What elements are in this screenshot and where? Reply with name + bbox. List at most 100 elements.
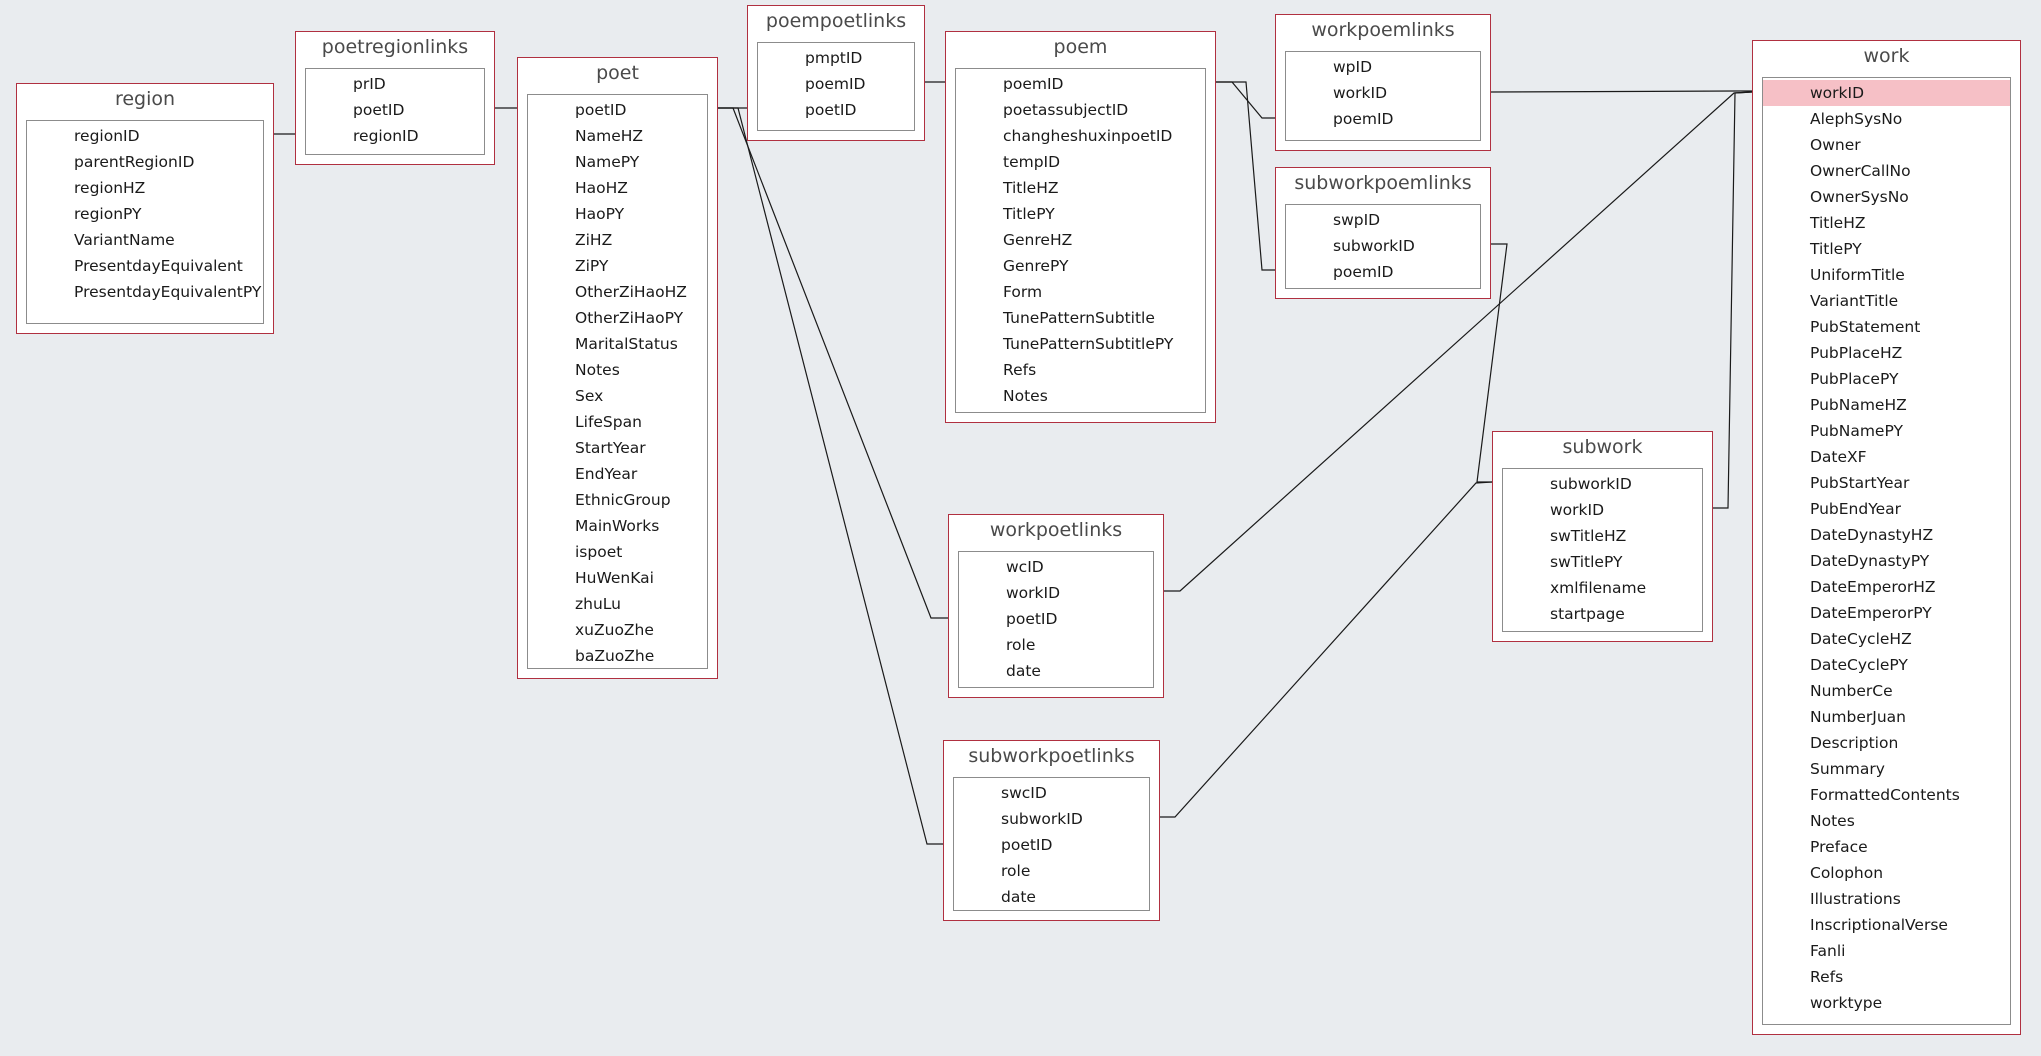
field-row[interactable]: Fanli xyxy=(1763,938,2010,964)
field-row[interactable]: workID xyxy=(1286,80,1480,106)
field-row[interactable]: DateXF xyxy=(1763,444,2010,470)
field-row[interactable]: wcID xyxy=(959,554,1153,580)
field-row[interactable]: OwnerCallNo xyxy=(1763,158,2010,184)
field-row[interactable]: Refs xyxy=(956,357,1205,383)
field-row[interactable]: UniformTitle xyxy=(1763,262,2010,288)
field-row[interactable]: parentRegionID xyxy=(27,149,263,175)
field-row[interactable]: role xyxy=(959,632,1153,658)
field-row[interactable]: Notes xyxy=(528,357,707,383)
field-row[interactable]: DateEmperorPY xyxy=(1763,600,2010,626)
field-row[interactable]: poemID xyxy=(1286,106,1480,132)
field-row[interactable]: OtherZiHaoHZ xyxy=(528,279,707,305)
field-row[interactable]: poemID xyxy=(1286,259,1480,285)
field-row[interactable]: xuZuoZhe xyxy=(528,617,707,643)
field-row[interactable]: Sex xyxy=(528,383,707,409)
field-row[interactable]: workID xyxy=(959,580,1153,606)
field-row[interactable]: poemID xyxy=(956,71,1205,97)
field-row[interactable]: PubNamePY xyxy=(1763,418,2010,444)
field-row[interactable]: poetassubjectID xyxy=(956,97,1205,123)
field-row[interactable]: ispoet xyxy=(528,539,707,565)
field-row[interactable]: InscriptionalVerse xyxy=(1763,912,2010,938)
field-row[interactable]: HaoHZ xyxy=(528,175,707,201)
table-subworkpoemlinks[interactable]: subworkpoemlinks swpID subworkID poemID xyxy=(1275,167,1491,299)
field-row[interactable]: poetID xyxy=(528,97,707,123)
field-row[interactable]: role xyxy=(954,858,1149,884)
field-row[interactable]: DateDynastyHZ xyxy=(1763,522,2010,548)
field-row[interactable]: Preface xyxy=(1763,834,2010,860)
field-row[interactable]: regionHZ xyxy=(27,175,263,201)
field-row[interactable]: DateCycleHZ xyxy=(1763,626,2010,652)
field-row[interactable]: FormattedContents xyxy=(1763,782,2010,808)
table-poet[interactable]: poet poetID NameHZ NamePY HaoHZ HaoPY ZiHZ ZiP… xyxy=(517,57,718,679)
field-row[interactable]: PresentdayEquivalentPY xyxy=(27,279,263,305)
field-row[interactable]: prID xyxy=(306,71,484,97)
field-row[interactable]: PubNameHZ xyxy=(1763,392,2010,418)
table-poem[interactable]: poem poemID poetassubjectID changheshuxinp… xyxy=(945,31,1216,423)
field-row[interactable]: Refs xyxy=(1763,964,2010,990)
field-row[interactable]: date xyxy=(959,658,1153,684)
table-workpoemlinks[interactable]: workpoemlinks wpID workID poemID xyxy=(1275,14,1491,151)
field-row[interactable]: MainWorks xyxy=(528,513,707,539)
field-row[interactable]: ZiHZ xyxy=(528,227,707,253)
field-row[interactable]: worktype xyxy=(1763,990,2010,1016)
field-row[interactable]: NamePY xyxy=(528,149,707,175)
field-row[interactable]: regionID xyxy=(306,123,484,149)
field-row[interactable]: GenrePY xyxy=(956,253,1205,279)
field-row[interactable]: subworkID xyxy=(1286,233,1480,259)
field-row[interactable]: MaritalStatus xyxy=(528,331,707,357)
field-row-selected[interactable]: workID xyxy=(1763,80,2010,106)
table-subwork[interactable]: subwork subworkID workID swTitleHZ swTitleP… xyxy=(1492,431,1713,642)
field-row[interactable]: TitlePY xyxy=(1763,236,2010,262)
field-row[interactable]: poetID xyxy=(959,606,1153,632)
field-row[interactable]: OtherZiHaoPY xyxy=(528,305,707,331)
field-row[interactable]: VariantTitle xyxy=(1763,288,2010,314)
field-row[interactable]: TunePatternSubtitlePY xyxy=(956,331,1205,357)
field-row[interactable]: TitleHZ xyxy=(1763,210,2010,236)
field-row[interactable]: subworkID xyxy=(954,806,1149,832)
field-row[interactable]: Notes xyxy=(956,383,1205,409)
field-row[interactable]: AlephSysNo xyxy=(1763,106,2010,132)
field-row[interactable]: EthnicGroup xyxy=(528,487,707,513)
field-row[interactable]: Colophon xyxy=(1763,860,2010,886)
field-row[interactable]: swcID xyxy=(954,780,1149,806)
field-row[interactable]: swTitleHZ xyxy=(1503,523,1702,549)
field-row[interactable]: LifeSpan xyxy=(528,409,707,435)
field-row[interactable]: TunePatternSubtitle xyxy=(956,305,1205,331)
field-row[interactable]: swpID xyxy=(1286,207,1480,233)
field-row[interactable]: DateDynastyPY xyxy=(1763,548,2010,574)
field-row[interactable]: tempID xyxy=(956,149,1205,175)
field-row[interactable]: zhuLu xyxy=(528,591,707,617)
field-row[interactable]: StartYear xyxy=(528,435,707,461)
field-row[interactable]: baZuoZhe xyxy=(528,643,707,668)
field-row[interactable]: xmlfilename xyxy=(1503,575,1702,601)
field-row[interactable]: PubPlacePY xyxy=(1763,366,2010,392)
field-row[interactable]: swTitlePY xyxy=(1503,549,1702,575)
field-row[interactable]: workID xyxy=(1503,497,1702,523)
field-row[interactable]: NumberCe xyxy=(1763,678,2010,704)
field-row[interactable]: Notes xyxy=(1763,808,2010,834)
table-poetregionlinks[interactable]: poetregionlinks prID poetID regionID xyxy=(295,31,495,165)
table-subworkpoetlinks[interactable]: subworkpoetlinks swcID subworkID poetID rol… xyxy=(943,740,1160,921)
field-row[interactable]: PresentdayEquivalent xyxy=(27,253,263,279)
field-row[interactable]: poetID xyxy=(758,97,914,123)
field-row[interactable]: PubEndYear xyxy=(1763,496,2010,522)
field-row[interactable]: regionID xyxy=(27,123,263,149)
field-row[interactable]: changheshuxinpoetID xyxy=(956,123,1205,149)
field-row[interactable]: Form xyxy=(956,279,1205,305)
field-row[interactable]: startpage xyxy=(1503,601,1702,627)
field-row[interactable]: poetID xyxy=(306,97,484,123)
field-row[interactable]: regionPY xyxy=(27,201,263,227)
field-row[interactable]: poemID xyxy=(758,71,914,97)
field-row[interactable]: subworkID xyxy=(1503,471,1702,497)
field-row[interactable]: HaoPY xyxy=(528,201,707,227)
field-row[interactable]: PubStartYear xyxy=(1763,470,2010,496)
field-row[interactable]: ZiPY xyxy=(528,253,707,279)
field-row[interactable]: NumberJuan xyxy=(1763,704,2010,730)
field-row[interactable]: Illustrations xyxy=(1763,886,2010,912)
field-row[interactable]: date xyxy=(954,884,1149,910)
table-workpoetlinks[interactable]: workpoetlinks wcID workID poetID role date xyxy=(948,514,1164,698)
field-row[interactable]: NameHZ xyxy=(528,123,707,149)
field-row[interactable]: DateEmperorHZ xyxy=(1763,574,2010,600)
field-row[interactable]: Owner xyxy=(1763,132,2010,158)
table-region[interactable]: region regionID parentRegionID regionHZ reg… xyxy=(16,83,274,334)
